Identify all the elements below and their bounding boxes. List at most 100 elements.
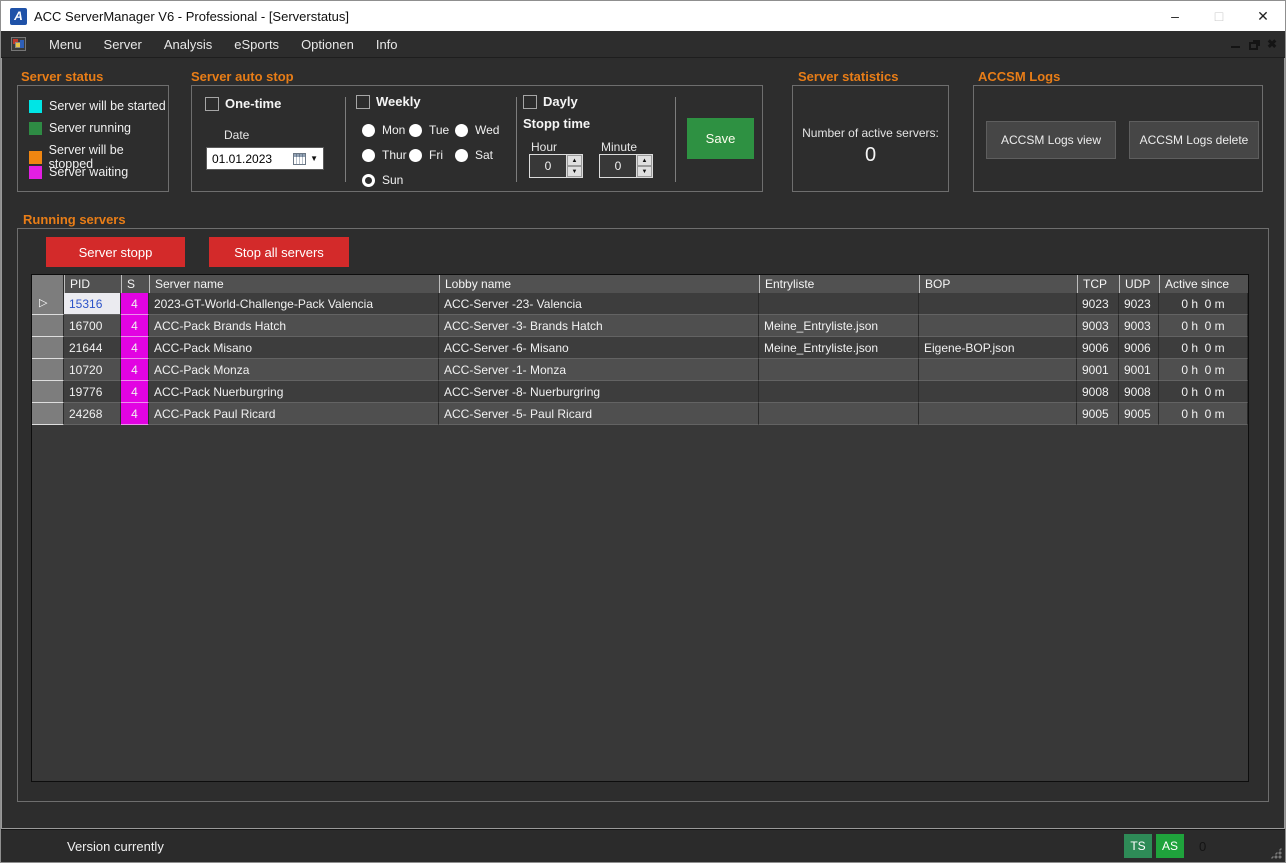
menu-item-analysis[interactable]: Analysis xyxy=(153,32,223,57)
spinner-up-icon[interactable]: ▲ xyxy=(567,155,582,166)
running-servers-table: PID S Server name Lobby name Entryliste … xyxy=(31,274,1249,782)
one-time-checkbox[interactable]: One-time xyxy=(205,96,281,111)
menu-item-optionen[interactable]: Optionen xyxy=(290,32,365,57)
radio-tue[interactable]: Tue xyxy=(409,123,449,137)
minute-stepper[interactable]: 0 ▲ ▼ xyxy=(599,154,653,178)
column-header-lobby-name[interactable]: Lobby name xyxy=(439,275,759,293)
cell-bop xyxy=(919,293,1077,315)
maximize-icon[interactable]: □ xyxy=(1197,1,1241,31)
legend-item: Server waiting xyxy=(29,165,128,179)
radio-thur[interactable]: Thur xyxy=(362,148,407,162)
column-header-tcp[interactable]: TCP xyxy=(1077,275,1119,293)
stopp-time-label: Stopp time xyxy=(523,116,590,131)
column-header-server-name[interactable]: Server name xyxy=(149,275,439,293)
spinner-up-icon[interactable]: ▲ xyxy=(637,155,652,166)
status-bar: Version currently TS AS 0 xyxy=(1,829,1285,862)
column-header-s[interactable]: S xyxy=(121,275,149,293)
status-counter: 0 xyxy=(1199,839,1206,854)
cell-bop xyxy=(919,359,1077,381)
column-header-udp[interactable]: UDP xyxy=(1119,275,1159,293)
checkbox-icon[interactable] xyxy=(523,95,537,109)
cell-tcp: 9006 xyxy=(1077,337,1119,359)
row-header-cell[interactable]: ▷ xyxy=(32,403,64,425)
date-value: 01.01.2023 xyxy=(207,152,293,166)
row-header-cell[interactable]: ▷ xyxy=(32,381,64,403)
mdi-close-icon[interactable]: ✖ xyxy=(1267,38,1277,50)
server-stop-button[interactable]: Server stopp xyxy=(46,237,185,267)
row-header-cell[interactable]: ▷ xyxy=(32,359,64,381)
table-header-row: PID S Server name Lobby name Entryliste … xyxy=(32,275,1248,293)
column-header-pid[interactable]: PID xyxy=(64,275,121,293)
radio-icon[interactable] xyxy=(409,149,422,162)
status-stopped-swatch xyxy=(29,151,42,164)
table-row[interactable]: ▷ 15316 4 2023-GT-World-Challenge-Pack V… xyxy=(32,293,1248,315)
radio-icon[interactable] xyxy=(362,174,375,187)
radio-icon[interactable] xyxy=(455,124,468,137)
mdi-restore-icon[interactable] xyxy=(1249,42,1258,50)
table-row[interactable]: ▷ 21644 4 ACC-Pack Misano ACC-Server -6-… xyxy=(32,337,1248,359)
radio-sun[interactable]: Sun xyxy=(362,173,403,187)
cell-status: 4 xyxy=(121,337,149,359)
table-row[interactable]: ▷ 16700 4 ACC-Pack Brands Hatch ACC-Serv… xyxy=(32,315,1248,337)
save-button[interactable]: Save xyxy=(687,118,754,159)
stop-all-servers-button[interactable]: Stop all servers xyxy=(209,237,349,267)
running-servers-title: Running servers xyxy=(23,212,126,227)
cell-udp: 9003 xyxy=(1119,315,1159,337)
column-header-active-since[interactable]: Active since xyxy=(1159,275,1248,293)
cell-active-since: 0 h 0 m xyxy=(1159,337,1248,359)
radio-icon[interactable] xyxy=(409,124,422,137)
accsm-logs-view-button[interactable]: ACCSM Logs view xyxy=(986,121,1116,159)
radio-icon[interactable] xyxy=(362,124,375,137)
cell-udp: 9005 xyxy=(1119,403,1159,425)
cell-entryliste xyxy=(759,359,919,381)
as-status-badge: AS xyxy=(1156,834,1184,858)
table-row[interactable]: ▷ 19776 4 ACC-Pack Nuerburgring ACC-Serv… xyxy=(32,381,1248,403)
radio-wed[interactable]: Wed xyxy=(455,123,499,137)
column-header-entryliste[interactable]: Entryliste xyxy=(759,275,919,293)
menu-item-menu[interactable]: Menu xyxy=(38,32,93,57)
table-row[interactable]: ▷ 10720 4 ACC-Pack Monza ACC-Server -1- … xyxy=(32,359,1248,381)
accsm-logs-delete-button[interactable]: ACCSM Logs delete xyxy=(1129,121,1259,159)
table-row[interactable]: ▷ 24268 4 ACC-Pack Paul Ricard ACC-Serve… xyxy=(32,403,1248,425)
close-icon[interactable]: ✕ xyxy=(1241,1,1285,31)
mdi-minimize-icon[interactable] xyxy=(1231,40,1240,48)
spinner-down-icon[interactable]: ▼ xyxy=(567,166,582,177)
cell-entryliste xyxy=(759,403,919,425)
menu-item-info[interactable]: Info xyxy=(365,32,409,57)
radio-icon[interactable] xyxy=(362,149,375,162)
hour-stepper[interactable]: 0 ▲ ▼ xyxy=(529,154,583,178)
cell-udp: 9023 xyxy=(1119,293,1159,315)
app-window: A ACC ServerManager V6 - Professional - … xyxy=(0,0,1286,863)
radio-icon[interactable] xyxy=(455,149,468,162)
row-header-cell[interactable]: ▷ xyxy=(32,293,64,315)
checkbox-icon[interactable] xyxy=(356,95,370,109)
cell-pid: 10720 xyxy=(64,359,121,381)
radio-fri[interactable]: Fri xyxy=(409,148,443,162)
dropdown-arrow-icon[interactable]: ▼ xyxy=(310,154,318,163)
minimize-icon[interactable]: – xyxy=(1153,1,1197,31)
radio-sat[interactable]: Sat xyxy=(455,148,493,162)
menu-item-esports[interactable]: eSports xyxy=(223,32,290,57)
cell-active-since: 0 h 0 m xyxy=(1159,403,1248,425)
row-header-cell[interactable]: ▷ xyxy=(32,315,64,337)
cell-entryliste xyxy=(759,381,919,403)
column-header-bop[interactable]: BOP xyxy=(919,275,1077,293)
auto-stop-title: Server auto stop xyxy=(191,69,294,84)
legend-label: Server waiting xyxy=(49,165,128,179)
cell-status: 4 xyxy=(121,315,149,337)
radio-mon[interactable]: Mon xyxy=(362,123,405,137)
status-started-swatch xyxy=(29,100,42,113)
menu-item-server[interactable]: Server xyxy=(93,32,153,57)
dayly-checkbox[interactable]: Dayly xyxy=(523,94,578,109)
minute-value[interactable]: 0 xyxy=(600,155,636,177)
row-header-cell[interactable]: ▷ xyxy=(32,337,64,359)
weekly-checkbox[interactable]: Weekly xyxy=(356,94,421,109)
cell-bop xyxy=(919,403,1077,425)
status-waiting-swatch xyxy=(29,166,42,179)
resize-grip[interactable] xyxy=(1270,847,1282,859)
checkbox-icon[interactable] xyxy=(205,97,219,111)
spinner-down-icon[interactable]: ▼ xyxy=(637,166,652,177)
minute-label: Minute xyxy=(601,140,637,154)
date-picker[interactable]: 01.01.2023 ▼ xyxy=(206,147,324,170)
hour-value[interactable]: 0 xyxy=(530,155,566,177)
